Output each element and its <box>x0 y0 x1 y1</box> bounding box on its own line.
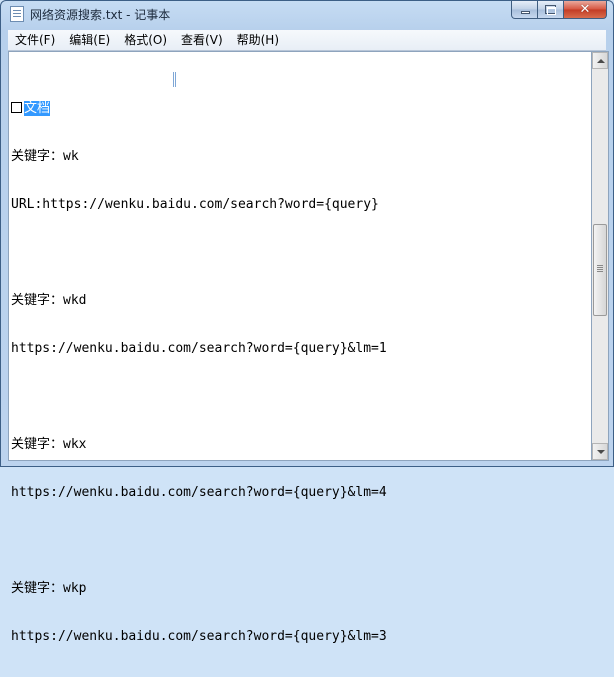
maximize-icon <box>545 5 556 15</box>
caption-buttons: ✕ <box>511 1 607 20</box>
menu-format[interactable]: 格式(O) <box>117 30 174 50</box>
text-editor[interactable]: 文档 关键字：wk URL:https://wenku.baidu.com/se… <box>8 51 592 644</box>
unknown-char-box <box>11 102 22 113</box>
menu-help[interactable]: 帮助(H) <box>230 30 286 50</box>
document-line-1: 关键字：wk <box>11 149 79 164</box>
maximize-button[interactable] <box>538 1 564 19</box>
document-line-10: 关键字：wkp <box>11 581 87 596</box>
document-line-4: 关键字：wkd <box>11 293 87 308</box>
scroll-down-button[interactable] <box>592 443 608 460</box>
title-bar[interactable]: 网络资源搜索.txt - 记事本 ✕ <box>1 1 613 30</box>
menu-view[interactable]: 查看(V) <box>174 30 230 50</box>
document-line-8: https://wenku.baidu.com/search?word={que… <box>11 485 387 500</box>
menu-file[interactable]: 文件(F) <box>8 30 62 50</box>
scroll-thumb[interactable] <box>593 224 607 316</box>
vertical-scrollbar[interactable] <box>592 51 609 461</box>
document-line-3 <box>11 245 387 261</box>
close-icon: ✕ <box>579 2 591 17</box>
scroll-up-button[interactable] <box>592 52 608 69</box>
document-line-6 <box>11 389 387 405</box>
minimize-icon <box>521 11 530 14</box>
window-title: 网络资源搜索.txt - 记事本 <box>30 8 171 22</box>
document-line-5: https://wenku.baidu.com/search?word={que… <box>11 341 387 356</box>
document-line-2: URL:https://wenku.baidu.com/search?word=… <box>11 197 379 212</box>
document-line-11: https://wenku.baidu.com/search?word={que… <box>11 629 387 644</box>
notepad-icon[interactable] <box>10 6 24 22</box>
document-text[interactable]: 文档 关键字：wk URL:https://wenku.baidu.com/se… <box>11 69 387 677</box>
document-line-9 <box>11 533 387 549</box>
menu-edit[interactable]: 编辑(E) <box>62 30 117 50</box>
document-line-7: 关键字：wkx <box>11 437 87 452</box>
ibeam-cursor-icon <box>173 72 176 87</box>
selected-text[interactable]: 文档 <box>24 101 51 116</box>
document-line-0: 文档 <box>11 101 387 117</box>
close-button[interactable]: ✕ <box>564 1 607 19</box>
notepad-window: 网络资源搜索.txt - 记事本 ✕ 文件(F) 编辑(E) 格式(O) 查看(… <box>0 0 614 644</box>
menu-bar: 文件(F) 编辑(E) 格式(O) 查看(V) 帮助(H) <box>8 30 606 51</box>
minimize-button[interactable] <box>511 1 538 19</box>
